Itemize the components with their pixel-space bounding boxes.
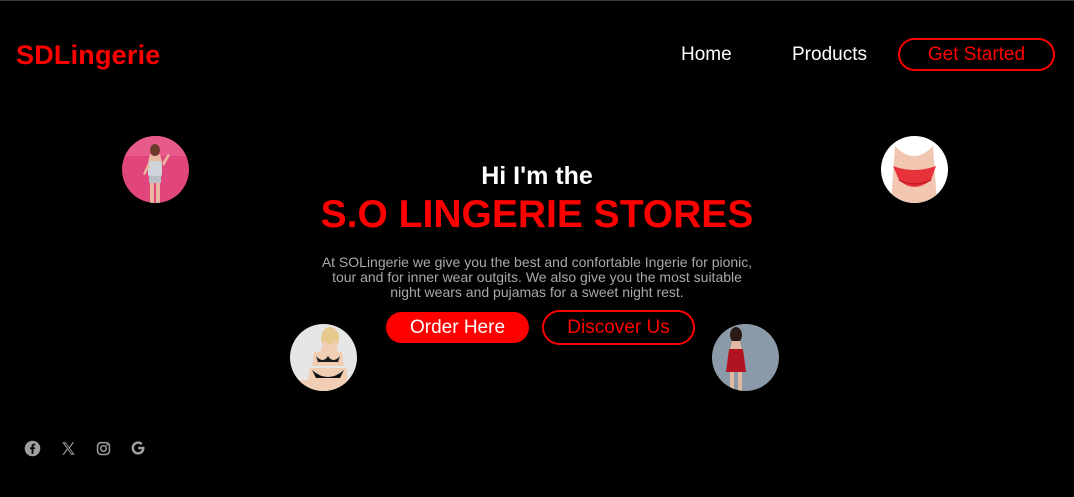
top-border: [0, 0, 1074, 1]
discover-us-button[interactable]: Discover Us: [542, 310, 695, 345]
hero-intro: Hi I'm the: [481, 162, 593, 190]
instagram-icon[interactable]: [94, 439, 112, 457]
get-started-button[interactable]: Get Started: [898, 38, 1055, 71]
logo[interactable]: SDLingerie: [16, 40, 161, 71]
order-here-button[interactable]: Order Here: [386, 312, 529, 343]
model-photo-red-dress: [712, 324, 779, 391]
model-photo-black-lingerie: [290, 324, 357, 391]
nav-products-link[interactable]: Products: [792, 44, 867, 66]
hero-title: S.O LINGERIE STORES: [320, 193, 754, 236]
google-icon[interactable]: [129, 439, 147, 457]
hero-description: At SOLingerie we give you the best and c…: [321, 254, 753, 300]
facebook-icon[interactable]: [23, 439, 41, 457]
nav-home-link[interactable]: Home: [681, 44, 732, 66]
x-icon[interactable]: [59, 439, 77, 457]
